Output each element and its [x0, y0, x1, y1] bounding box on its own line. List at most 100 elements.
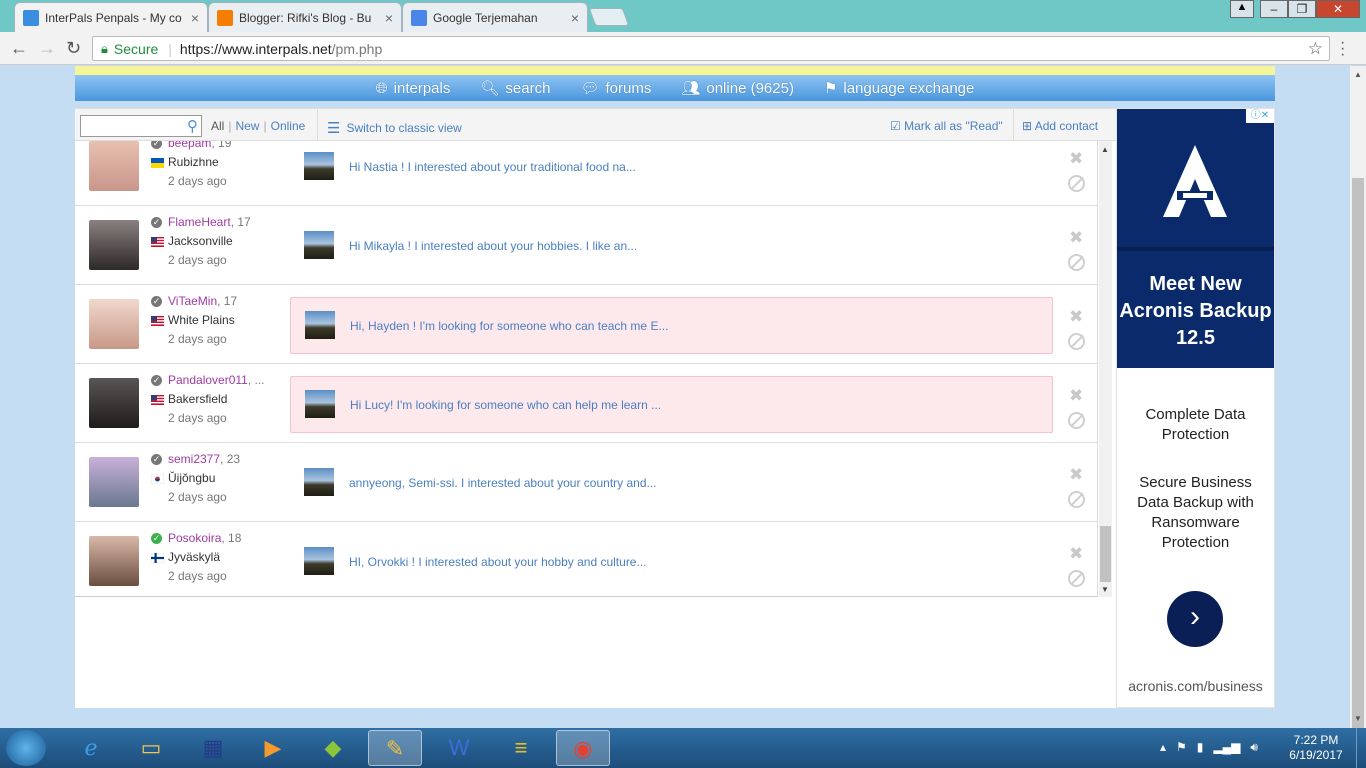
avatar[interactable]: [89, 141, 139, 191]
delete-icon[interactable]: ✖: [1069, 544, 1083, 564]
message-list-scrollbar[interactable]: ▲ ▼: [1099, 141, 1112, 597]
close-tab-icon[interactable]: ×: [571, 10, 579, 26]
close-tab-icon[interactable]: ×: [385, 10, 393, 26]
delete-icon[interactable]: ✖: [1069, 228, 1083, 248]
nav-interpals[interactable]: 🌐︎ interpals: [376, 80, 451, 97]
message-row[interactable]: ✓ Pandalover011, ... Bakersfield 2 days …: [75, 364, 1097, 443]
user-profile-icon[interactable]: ▲: [1230, 0, 1254, 18]
new-tab-button[interactable]: [588, 8, 630, 26]
restore-icon[interactable]: ❐: [1288, 0, 1316, 18]
message-preview-box-unread[interactable]: Hi, Hayden ! I'm looking for someone who…: [290, 297, 1053, 354]
block-icon[interactable]: [1068, 254, 1085, 271]
ad-url[interactable]: acronis.com/business: [1117, 678, 1274, 694]
username[interactable]: ViTaeMin, 17: [168, 294, 237, 308]
avatar[interactable]: [89, 220, 139, 270]
scroll-down-icon[interactable]: ▼: [1354, 714, 1362, 723]
delete-icon[interactable]: ✖: [1069, 386, 1083, 406]
system-tray[interactable]: ▴ ⚑ ▮ ▂▄▆ 🔊︎: [1160, 740, 1258, 755]
username-text: semi2377: [168, 452, 221, 466]
delete-icon[interactable]: ✖: [1069, 465, 1083, 485]
username[interactable]: FlameHeart, 17: [168, 215, 251, 229]
message-preview-box[interactable]: annyeong, Semi-ssi. I interested about y…: [290, 455, 1053, 512]
close-window-icon[interactable]: ✕: [1316, 0, 1360, 18]
forward-arrow-icon[interactable]: →: [38, 38, 56, 59]
block-icon[interactable]: [1068, 175, 1085, 192]
message-time: 2 days ago: [168, 569, 227, 583]
globe-icon: 🌐︎: [375, 79, 388, 97]
filter-new[interactable]: New: [235, 119, 259, 133]
filter-online[interactable]: Online: [271, 119, 306, 133]
scroll-up-icon[interactable]: ▲: [1354, 70, 1362, 79]
contact-search[interactable]: ⚲: [80, 115, 202, 137]
message-row[interactable]: ✓ FlameHeart, 17 Jacksonville 2 days ago…: [75, 206, 1097, 285]
avatar[interactable]: [89, 536, 139, 586]
username[interactable]: beepam, 19: [168, 141, 231, 150]
message-preview-box[interactable]: HI, Orvokki ! I interested about your ho…: [290, 534, 1053, 591]
message-preview-box-unread[interactable]: Hi Lucy! I'm looking for someone who can…: [290, 376, 1053, 433]
filter-all[interactable]: All: [211, 119, 224, 133]
message-time: 2 days ago: [168, 411, 227, 425]
internet-explorer-icon[interactable]: ℯ: [64, 730, 118, 766]
address-bar[interactable]: 🔒︎ Secure | https://www.interpals.net/pm…: [92, 36, 1330, 61]
scroll-up-icon[interactable]: ▲: [1101, 145, 1109, 154]
avatar[interactable]: [89, 378, 139, 428]
show-desktop-button[interactable]: [1356, 728, 1366, 768]
message-preview-box[interactable]: Hi Mikayla ! I interested about your hob…: [290, 218, 1053, 275]
contact-search-input[interactable]: [81, 116, 179, 136]
nav-search[interactable]: 🔍︎ search: [480, 79, 550, 98]
reload-icon[interactable]: ↻: [66, 38, 81, 59]
media-player-icon[interactable]: ▶: [246, 730, 300, 766]
add-contact[interactable]: ⊞ Add contact: [1022, 119, 1098, 133]
username[interactable]: Pandalover011, ...: [168, 373, 265, 387]
tab-blogger[interactable]: Blogger: Rifki's Blog - Bu ×: [208, 2, 402, 32]
acronis-advertisement[interactable]: ⓘ✕ Meet New Acronis Backup 12.5 Complete…: [1116, 108, 1275, 708]
search-icon[interactable]: ⚲: [187, 117, 198, 135]
nav-language-exchange[interactable]: ⚑ language exchange: [824, 79, 974, 98]
close-tab-icon[interactable]: ×: [191, 10, 199, 26]
back-arrow-icon[interactable]: ←: [10, 38, 28, 59]
tab-interpals[interactable]: InterPals Penpals - My co ×: [14, 2, 208, 32]
delete-icon[interactable]: ✖: [1069, 149, 1083, 169]
bookmark-star-icon[interactable]: ☆: [1308, 39, 1323, 59]
message-row[interactable]: ✓ Posokoira, 18 Jyväskylä 2 days ago HI,…: [75, 522, 1097, 596]
nav-forums[interactable]: 💬︎ forums: [580, 79, 651, 98]
minimize-icon[interactable]: –: [1260, 0, 1288, 18]
avatar[interactable]: [89, 299, 139, 349]
block-icon[interactable]: [1068, 491, 1085, 508]
browser-menu-icon[interactable]: · · ·: [1340, 35, 1350, 63]
delete-icon[interactable]: ✖: [1069, 307, 1083, 327]
mark-all-read[interactable]: ☑ Mark all as "Read": [890, 119, 1003, 133]
nav-online[interactable]: 👥︎ online (9625): [681, 79, 794, 98]
message-preview: HI, Orvokki ! I interested about your ho…: [349, 555, 647, 569]
bluestacks-icon[interactable]: ≡: [494, 730, 548, 766]
block-icon[interactable]: [1068, 412, 1085, 429]
message-row[interactable]: ✓ ViTaeMin, 17 White Plains 2 days ago H…: [75, 285, 1097, 364]
block-icon[interactable]: [1068, 333, 1085, 350]
tab-title: Blogger: Rifki's Blog - Bu: [239, 10, 372, 25]
message-row[interactable]: ✓ semi2377, 23 Ŭijŏngbu 2 days ago annye…: [75, 443, 1097, 522]
message-time: 2 days ago: [168, 490, 227, 504]
windows-start-icon[interactable]: [6, 730, 46, 766]
tab-google-translate[interactable]: Google Terjemahan ×: [402, 2, 588, 32]
switch-classic-view[interactable]: ☰ Switch to classic view: [327, 119, 462, 137]
system-clock[interactable]: 7:22 PM 6/19/2017: [1286, 733, 1346, 763]
word-icon[interactable]: W: [432, 730, 486, 766]
green-app-icon[interactable]: ◆: [306, 730, 360, 766]
chrome-icon[interactable]: ◉: [556, 730, 610, 766]
chevron-right-icon[interactable]: ›: [1167, 591, 1223, 647]
file-explorer-icon[interactable]: ▭: [124, 730, 178, 766]
username[interactable]: semi2377, 23: [168, 452, 240, 466]
ad-info-close-icon[interactable]: ⓘ✕: [1246, 109, 1274, 123]
save-disk-icon[interactable]: ▦: [186, 730, 240, 766]
page-scrollbar[interactable]: ▲ ▼: [1350, 66, 1366, 768]
message-preview-box[interactable]: Hi Nastia ! I interested about your trad…: [290, 141, 1053, 196]
pinned-app-icon[interactable]: ✎: [368, 730, 422, 766]
scroll-down-icon[interactable]: ▼: [1101, 585, 1109, 594]
message-list-scroll-thumb[interactable]: [1100, 526, 1111, 582]
block-icon[interactable]: [1068, 570, 1085, 587]
avatar[interactable]: [89, 457, 139, 507]
username[interactable]: Posokoira, 18: [168, 531, 241, 545]
top-menu-strip: [75, 66, 1275, 75]
page-scroll-thumb[interactable]: [1352, 178, 1364, 768]
message-row[interactable]: ✓ beepam, 19 Rubizhne 2 days ago Hi Nast…: [75, 141, 1097, 206]
